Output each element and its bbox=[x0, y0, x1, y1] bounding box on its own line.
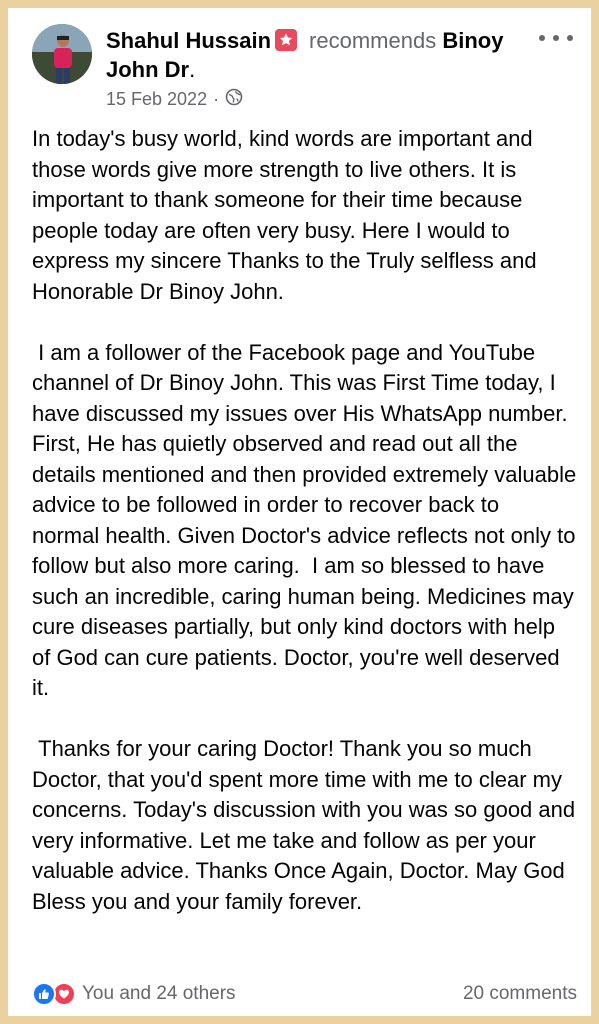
more-options-icon[interactable] bbox=[539, 28, 573, 48]
post-date[interactable]: 15 Feb 2022 bbox=[106, 89, 207, 110]
recommends-verb: recommends bbox=[309, 28, 437, 53]
author-avatar[interactable] bbox=[32, 24, 92, 84]
recommend-star-icon bbox=[275, 29, 298, 51]
comments-count[interactable]: 20 comments bbox=[463, 982, 577, 1006]
globe-icon[interactable] bbox=[225, 88, 243, 111]
post-paragraph-2: I am a follower of the Facebook page and… bbox=[32, 339, 583, 701]
post-card: Shahul Hussain recommends Binoy John Dr. … bbox=[8, 8, 591, 1016]
post-body: In today's busy world, kind words are im… bbox=[32, 124, 577, 917]
reactions-summary[interactable]: You and 24 others bbox=[32, 982, 236, 1006]
reaction-count[interactable]: You and 24 others bbox=[82, 982, 236, 1006]
meta-separator: · bbox=[213, 89, 220, 109]
target-suffix: . bbox=[189, 57, 196, 82]
post-paragraph-3: Thanks for your caring Doctor! Thank you… bbox=[32, 736, 582, 914]
post-footer: You and 24 others 20 comments bbox=[32, 980, 577, 1010]
post-paragraph-1: In today's busy world, kind words are im… bbox=[32, 126, 543, 304]
post-header: Shahul Hussain recommends Binoy John Dr. … bbox=[8, 8, 591, 128]
author-name[interactable]: Shahul Hussain bbox=[106, 28, 271, 53]
post-title-line: Shahul Hussain recommends Binoy John Dr. bbox=[106, 26, 526, 84]
like-reaction-icon bbox=[32, 982, 56, 1006]
post-meta: 15 Feb 2022 · bbox=[106, 88, 243, 111]
